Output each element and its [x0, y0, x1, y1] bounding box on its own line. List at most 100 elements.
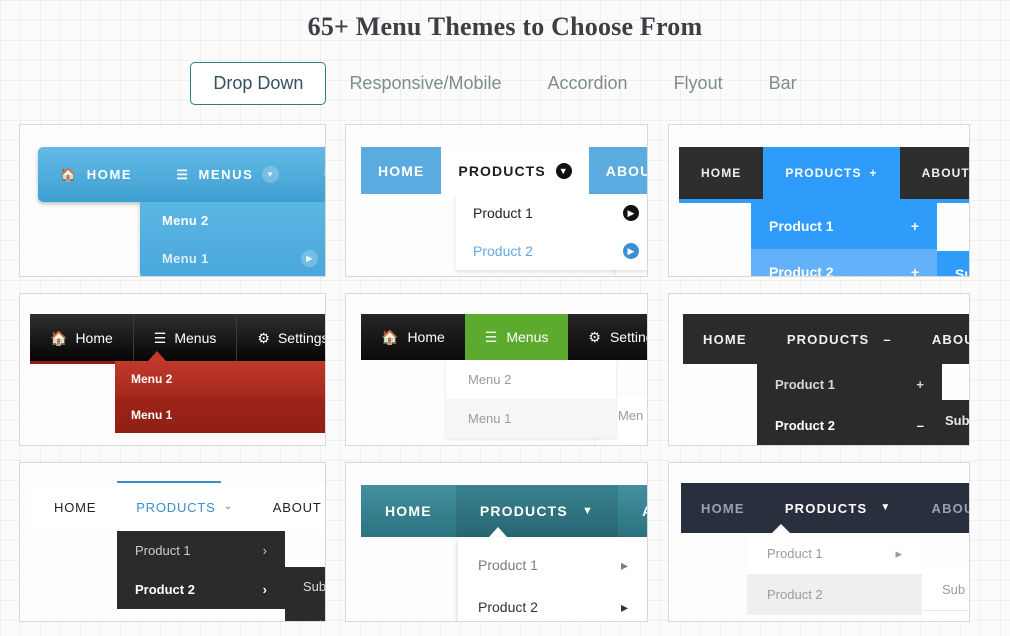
- theme-card-1[interactable]: 🏠 HOME ☰ MENUS ▼ ⚙ Menu 2 Menu 1 ▶: [19, 124, 326, 277]
- nav-item-about[interactable]: ABOUT: [589, 147, 648, 194]
- circle-chevron-right-icon: ▶: [623, 243, 639, 259]
- nav-item-home[interactable]: HOME: [361, 485, 456, 537]
- dropdown-item[interactable]: Product 1 ▸: [458, 544, 648, 586]
- dropdown-caret: [148, 351, 166, 361]
- nav-item-about[interactable]: ABOUT: [912, 314, 970, 364]
- dropdown-item-label: Product 1: [135, 543, 191, 558]
- nav-item-about[interactable]: ABOUT: [911, 483, 970, 533]
- nav-item-home[interactable]: HOME: [34, 483, 116, 531]
- dropdown-item-label: Product 2: [769, 264, 834, 277]
- theme-card-8[interactable]: HOME PRODUCTS ▼ ABO Product 1 ▸ Product …: [345, 462, 648, 622]
- nav-label: ABOUT: [606, 163, 648, 179]
- dropdown-item-label: Menu 2: [162, 213, 209, 228]
- menu-navbar: HOME PRODUCTS + ABOUT CON: [679, 147, 970, 199]
- dropdown-item[interactable]: Product 1 ▶: [456, 194, 648, 232]
- dropdown-menu: Product 1 + Product 2 –: [757, 364, 942, 446]
- nav-label: HOME: [701, 166, 741, 180]
- dropdown-item-label: Product 2: [478, 599, 538, 615]
- tab-accordion[interactable]: Accordion: [525, 62, 651, 105]
- theme-card-5[interactable]: 🏠 Home ☰ Menus ⚙ Settings Men Men Menu 2…: [345, 293, 648, 446]
- dropdown-item[interactable]: Menu 1: [115, 397, 326, 433]
- nav-item-home[interactable]: HOME: [681, 483, 765, 533]
- submenu-item[interactable]: Sub: [616, 270, 648, 277]
- dropdown-item[interactable]: Product 1 ›: [117, 531, 285, 570]
- theme-card-3[interactable]: HOME PRODUCTS + ABOUT CON Su Product 1 +…: [668, 124, 970, 277]
- dropdown-item[interactable]: Product 2 ▸: [458, 586, 648, 622]
- dropdown-caret: [772, 524, 790, 533]
- plus-icon: +: [911, 219, 919, 233]
- nav-item-about[interactable]: ABOUT: [253, 483, 326, 531]
- dropdown-item[interactable]: Menu 2: [115, 361, 326, 397]
- nav-item-home[interactable]: HOME: [679, 147, 763, 199]
- submenu-item[interactable]: Sub: [922, 569, 970, 611]
- nav-label: ABOUT: [273, 500, 322, 515]
- nav-label: HOME: [701, 501, 745, 516]
- dropdown-menu: Product 1 › Product 2 ›: [117, 531, 285, 609]
- nav-label: PRODUCTS: [787, 332, 870, 347]
- dropdown-item[interactable]: Menu 2: [140, 202, 326, 239]
- theme-card-9[interactable]: HOME PRODUCTS ▼ ABOUT Sub Sub Product 1 …: [668, 462, 970, 622]
- dropdown-item[interactable]: Product 2 ▶: [456, 232, 648, 270]
- dropdown-item[interactable]: Product 2: [747, 574, 922, 615]
- tab-bar[interactable]: Bar: [746, 62, 820, 105]
- nav-item-about[interactable]: ABOUT: [900, 147, 970, 199]
- nav-item-home[interactable]: 🏠 HOME: [38, 147, 154, 202]
- nav-label: Home: [407, 329, 444, 345]
- nav-item-menus[interactable]: ☰ Menus: [465, 314, 569, 360]
- nav-item-home[interactable]: 🏠 Home: [361, 314, 465, 360]
- dropdown-item-label: Product 1: [775, 377, 835, 392]
- dropdown-item[interactable]: Product 1 ▸: [747, 533, 922, 574]
- plus-icon: +: [916, 378, 924, 391]
- nav-label: HOME: [54, 500, 96, 515]
- dropdown-item[interactable]: Product 1 +: [751, 203, 937, 249]
- dropdown-item-label: Menu 2: [468, 372, 511, 387]
- dropdown-item-label: Product 2: [135, 582, 195, 597]
- page-title: 65+ Menu Themes to Choose From: [0, 12, 1010, 42]
- dropdown-menu: Product 1 ▶ Product 2 ▶: [456, 194, 648, 270]
- circle-chevron-down-icon: ▼: [556, 163, 572, 179]
- submenu-item[interactable]: Sub Pr: [285, 567, 326, 606]
- dropdown-caret: [489, 527, 507, 537]
- dropdown-item[interactable]: Product 2 +: [751, 249, 937, 277]
- theme-card-6[interactable]: HOME PRODUCTS – ABOUT Sub Sub Product 1 …: [668, 293, 970, 446]
- nav-item-products[interactable]: PRODUCTS +: [763, 147, 899, 199]
- dropdown-item[interactable]: Product 2 –: [757, 405, 942, 446]
- theme-card-4[interactable]: 🏠 Home ☰ Menus ⚙ Settings Menu 2 Menu 1: [19, 293, 326, 446]
- caret-right-icon: ▸: [621, 558, 628, 572]
- submenu-item[interactable]: Sub: [922, 611, 970, 622]
- chevron-down-icon: ▼: [262, 166, 279, 183]
- dropdown-item-label: Product 1: [767, 546, 823, 561]
- nav-item-products[interactable]: PRODUCTS ▼: [456, 485, 618, 537]
- nav-item-settings[interactable]: ⚙: [301, 147, 326, 202]
- caret-right-icon: ▸: [895, 547, 902, 560]
- tab-drop-down[interactable]: Drop Down: [190, 62, 326, 105]
- dropdown-item[interactable]: Product 1 +: [757, 364, 942, 405]
- nav-item-home[interactable]: 🏠 Home: [30, 314, 134, 361]
- nav-item-home[interactable]: HOME: [361, 147, 441, 194]
- nav-item-products[interactable]: PRODUCTS ⌄: [116, 483, 253, 531]
- dropdown-item[interactable]: Product 2 ›: [117, 570, 285, 609]
- submenu-item[interactable]: Sub Pr: [285, 606, 326, 622]
- theme-card-7[interactable]: HOME PRODUCTS ⌄ ABOUT CO Sub Pr Sub Pr P…: [19, 462, 326, 622]
- nav-item-settings[interactable]: ⚙ Settings: [568, 314, 648, 360]
- dropdown-item[interactable]: Menu 1 ▶: [140, 239, 326, 277]
- nav-item-products[interactable]: PRODUCTS –: [767, 314, 912, 364]
- nav-item-settings[interactable]: ⚙ Settings: [237, 314, 326, 361]
- tab-responsive-mobile[interactable]: Responsive/Mobile: [326, 62, 524, 105]
- dropdown-item[interactable]: Menu 2: [446, 360, 616, 399]
- dropdown-menu: Menu 2 Menu 1 ▶: [140, 202, 326, 277]
- nav-label: ABOUT: [931, 501, 970, 516]
- nav-label: Home: [75, 330, 112, 346]
- hamburger-icon: ☰: [154, 331, 167, 345]
- theme-card-2[interactable]: HOME PRODUCTS ▼ ABOUT Sub Sub Product 1 …: [345, 124, 648, 277]
- dropdown-item[interactable]: Menu 1: [446, 399, 616, 438]
- nav-item-about[interactable]: ABO: [618, 485, 648, 537]
- nav-item-home[interactable]: HOME: [683, 314, 767, 364]
- tab-flyout[interactable]: Flyout: [651, 62, 746, 105]
- nav-item-menus[interactable]: ☰ MENUS ▼: [154, 147, 301, 202]
- submenu-item-label: Men: [618, 408, 643, 423]
- theme-category-tabs: Drop Down Responsive/Mobile Accordion Fl…: [0, 62, 1010, 105]
- nav-item-products[interactable]: PRODUCTS ▼: [441, 147, 588, 194]
- home-icon: 🏠: [60, 168, 78, 181]
- submenu-item[interactable]: Su: [937, 251, 970, 277]
